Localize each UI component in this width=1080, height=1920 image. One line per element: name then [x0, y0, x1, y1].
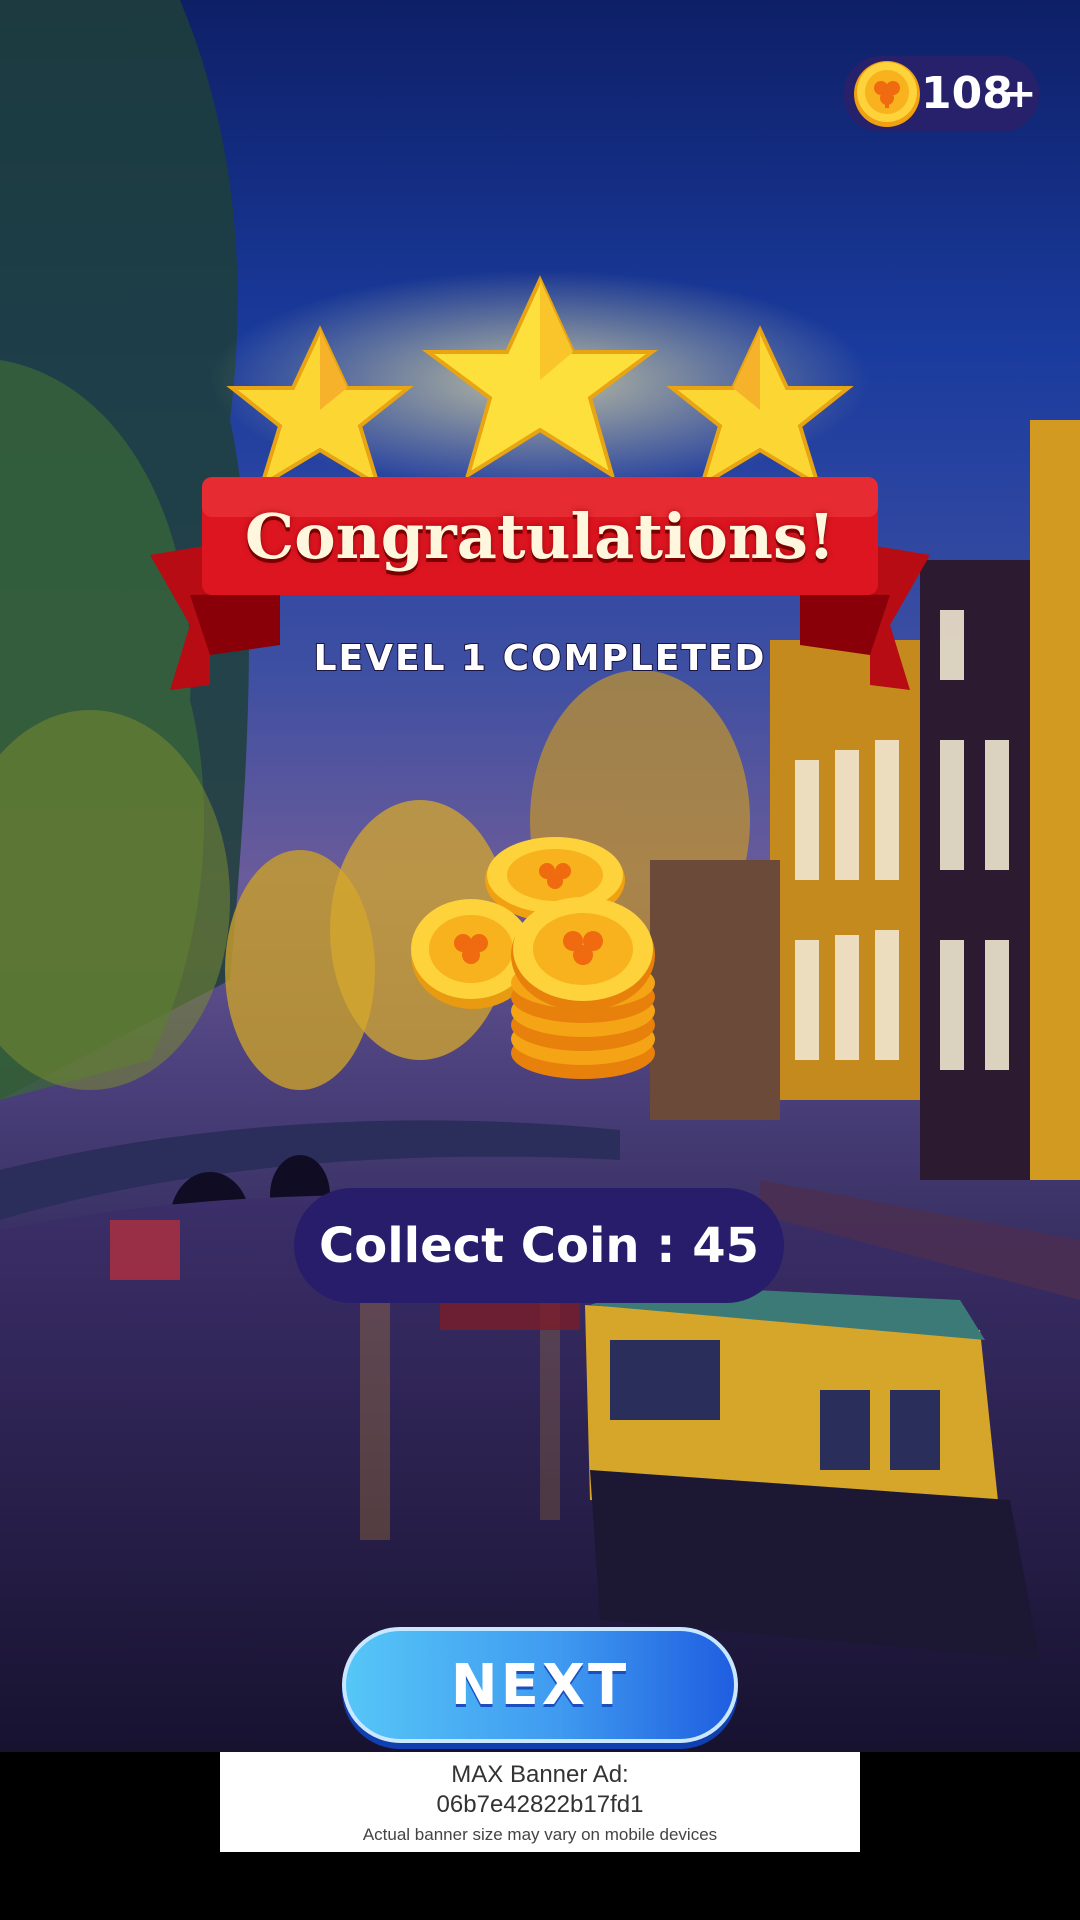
add-coins-icon[interactable]: + — [1003, 66, 1037, 122]
level-completed-label: LEVEL 1 COMPLETED — [313, 637, 767, 680]
ad-title: MAX Banner Ad: — [451, 1761, 629, 1788]
coin-stack — [511, 897, 655, 1079]
collect-coin-reward: Collect Coin : 45 — [294, 1188, 784, 1303]
ad-disclaimer: Actual banner size may vary on mobile de… — [362, 1825, 718, 1844]
coin-count: 108 — [921, 68, 1013, 119]
congratulations-title: Congratulations! — [244, 500, 836, 573]
next-button-label: NEXT — [450, 1652, 630, 1718]
next-button[interactable]: NEXT — [342, 1627, 738, 1743]
coin-stack-icon — [411, 837, 655, 1079]
rating-stars — [210, 270, 870, 490]
collect-coin-label: Collect Coin : 45 — [318, 1217, 759, 1274]
coin-balance[interactable]: 108 + — [843, 56, 1039, 132]
ad-unit-id: 06b7e42822b17fd1 — [436, 1791, 644, 1818]
ad-banner[interactable]: MAX Banner Ad: 06b7e42822b17fd1 Actual b… — [220, 1752, 860, 1852]
clover-coin-icon — [854, 61, 920, 127]
